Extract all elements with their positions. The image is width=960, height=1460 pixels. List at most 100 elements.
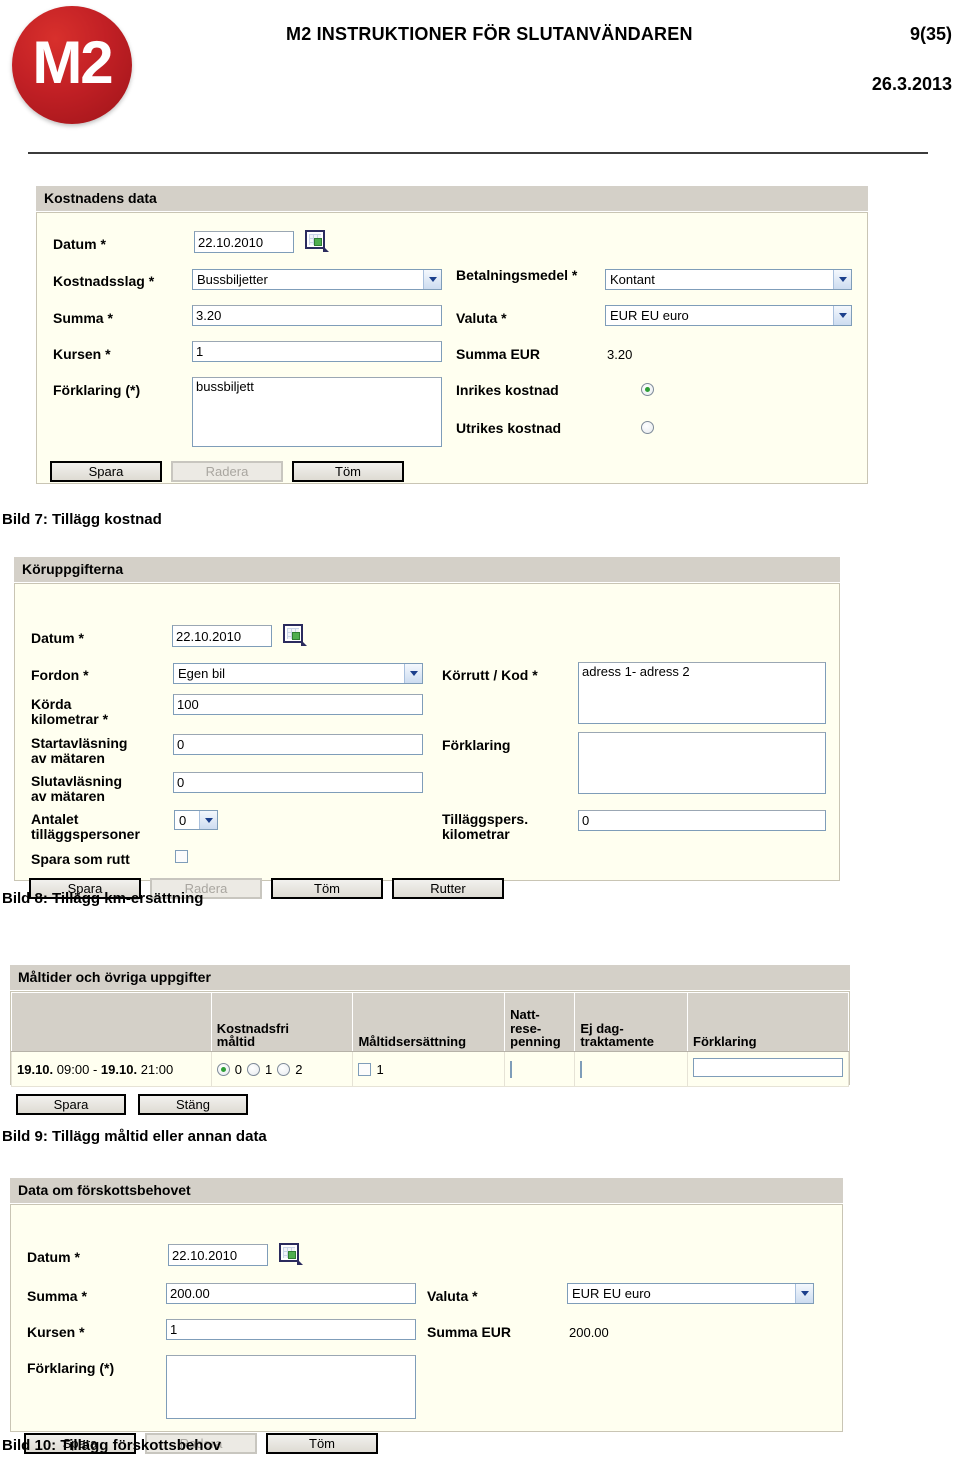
caption-bild-10: Bild 10: Tillägg förskottsbehov (2, 1437, 221, 1454)
col-forklaring: Förklaring (687, 992, 849, 1052)
fordon-select[interactable]: Egen bil (173, 663, 423, 684)
label-korrutt: Körrutt / Kod * (442, 667, 538, 683)
label-slutavlasning: Slutavläsning av mätaren (31, 773, 123, 804)
stang-button[interactable]: Stäng (138, 1094, 248, 1115)
chevron-down-icon[interactable] (833, 306, 851, 325)
drive-form-screenshot: Köruppgifterna Datum * 22.10.2010 Fordon… (14, 557, 840, 899)
summa-eur-value: 200.00 (569, 1325, 609, 1340)
label-inrikes: Inrikes kostnad (456, 382, 559, 398)
antalet-tillaggspersoner-select[interactable]: 0 (174, 810, 218, 830)
korda-km-input[interactable]: 100 (173, 694, 423, 715)
inrikes-radio[interactable] (641, 383, 654, 396)
col-period (11, 992, 212, 1052)
rutter-button[interactable]: Rutter (392, 878, 504, 899)
chevron-down-icon[interactable] (795, 1284, 813, 1303)
label-valuta: Valuta * (456, 310, 507, 326)
page-number: 9(35) (909, 24, 952, 44)
nattresepenning-checkbox[interactable] (510, 1060, 513, 1078)
datum-input[interactable]: 22.10.2010 (168, 1244, 268, 1266)
kostnadsfri-radio-0[interactable] (216, 1062, 230, 1076)
time-from: 09:00 (56, 1061, 90, 1077)
label-datum: Datum * (31, 630, 84, 646)
header-divider (28, 152, 928, 154)
betalningsmedel-select[interactable]: Kontant (605, 269, 852, 290)
calendar-fold (297, 1259, 303, 1265)
maltidsersattning-checkbox[interactable] (358, 1062, 372, 1076)
tillaggspers-km-input[interactable]: 0 (578, 810, 826, 831)
kostnadsslag-select[interactable]: Bussbiljetter (192, 269, 442, 290)
spara-button[interactable]: Spara (16, 1094, 126, 1115)
calendar-picker-icon[interactable] (305, 230, 329, 252)
valuta-value: EUR EU euro (572, 1286, 651, 1301)
label-datum: Datum * (27, 1249, 80, 1265)
label-summa: Summa * (53, 310, 113, 326)
col-line: penning (510, 1034, 561, 1050)
korrutt-textarea[interactable]: adress 1- adress 2 (578, 662, 826, 724)
forklaring-textarea[interactable] (578, 732, 826, 794)
antalet-value: 0 (179, 812, 187, 828)
label-spara-som-rutt: Spara som rutt (31, 851, 130, 867)
tom-button[interactable]: Töm (266, 1433, 378, 1454)
summa-input[interactable]: 200.00 (166, 1283, 416, 1304)
label-kursen: Kursen * (27, 1324, 85, 1340)
fordon-value: Egen bil (178, 666, 225, 681)
meal-form-screenshot: Måltider och övriga uppgifter Kostnadsfr… (10, 965, 850, 1087)
caption-bild-8: Bild 8: Tillägg km-ersättning (2, 890, 204, 907)
advance-form-screenshot: Data om förskottsbehovet Datum * 22.10.2… (10, 1178, 843, 1454)
summa-eur-value: 3.20 (607, 347, 633, 362)
slutavlasning-input[interactable]: 0 (173, 772, 423, 793)
calendar-selected-day (288, 1251, 296, 1259)
label-summa: Summa * (27, 1288, 87, 1304)
col-nattresepenning: Natt- rese- penning (504, 992, 576, 1052)
ej-dagtraktamente-checkbox[interactable] (580, 1060, 583, 1078)
cost-form-section-title: Kostnadens data (36, 186, 868, 212)
forklaring-textarea[interactable] (166, 1355, 416, 1419)
drive-form-section-title: Köruppgifterna (14, 557, 840, 583)
calendar-frame (283, 624, 303, 643)
label-korda-km: Körda kilometrar * (31, 696, 109, 727)
spara-som-rutt-checkbox[interactable] (175, 850, 188, 863)
datum-input[interactable]: 22.10.2010 (194, 231, 294, 253)
col-kostnadsfri-maltid: Kostnadsfri måltid (210, 992, 354, 1052)
label-summa-eur: Summa EUR (427, 1324, 512, 1340)
label-utrikes: Utrikes kostnad (456, 420, 562, 436)
kostnadsfri-radio-1[interactable] (247, 1062, 260, 1076)
label-datum: Datum * (53, 236, 106, 252)
meal-table: Kostnadsfri måltid Måltidsersättning Nat… (11, 992, 849, 1087)
kursen-input[interactable]: 1 (166, 1319, 416, 1340)
kursen-input[interactable]: 1 (192, 341, 442, 362)
utrikes-radio[interactable] (641, 421, 654, 434)
calendar-picker-icon[interactable] (279, 1243, 303, 1265)
chevron-down-icon[interactable] (833, 270, 851, 289)
calendar-selected-day (314, 238, 322, 246)
nattresepenning-cell (504, 1051, 576, 1087)
spara-button[interactable]: Spara (50, 461, 162, 482)
meal-table-header-row: Kostnadsfri måltid Måltidsersättning Nat… (11, 992, 849, 1052)
chevron-down-icon[interactable] (199, 811, 217, 829)
tom-button[interactable]: Töm (271, 878, 383, 899)
meal-form-buttons: Spara Stäng (16, 1094, 248, 1115)
chevron-down-icon[interactable] (423, 270, 441, 289)
col-ej-dagtraktamente: Ej dag- traktamente (574, 992, 688, 1052)
chevron-down-icon[interactable] (404, 664, 422, 683)
datum-input[interactable]: 22.10.2010 (172, 625, 272, 647)
date-from: 19.10. (17, 1061, 54, 1077)
kostnadsfri-label-0: 0 (234, 1061, 242, 1077)
tom-button[interactable]: Töm (292, 461, 404, 482)
summa-input[interactable]: 3.20 (192, 305, 442, 326)
forklaring-input[interactable] (693, 1058, 843, 1077)
cost-form-body: Datum * 22.10.2010 Kostnadsslag * Bussbi… (36, 212, 868, 484)
meal-form-section-title: Måltider och övriga uppgifter (10, 965, 850, 991)
kostnadsfri-radio-2[interactable] (277, 1062, 291, 1076)
startavlasning-input[interactable]: 0 (173, 734, 423, 755)
kostnadsfri-maltid-cell: 0 1 2 (210, 1051, 354, 1087)
range-dash: - (92, 1061, 98, 1077)
label-forklaring: Förklaring (442, 737, 511, 753)
forklaring-textarea[interactable]: bussbiljett (192, 377, 442, 447)
calendar-picker-icon[interactable] (283, 624, 307, 646)
valuta-select[interactable]: EUR EU euro (605, 305, 852, 326)
m2-logo: M2 (12, 6, 132, 124)
kostnadsslag-value: Bussbiljetter (197, 272, 268, 287)
calendar-fold (301, 640, 307, 646)
valuta-select[interactable]: EUR EU euro (567, 1283, 814, 1304)
